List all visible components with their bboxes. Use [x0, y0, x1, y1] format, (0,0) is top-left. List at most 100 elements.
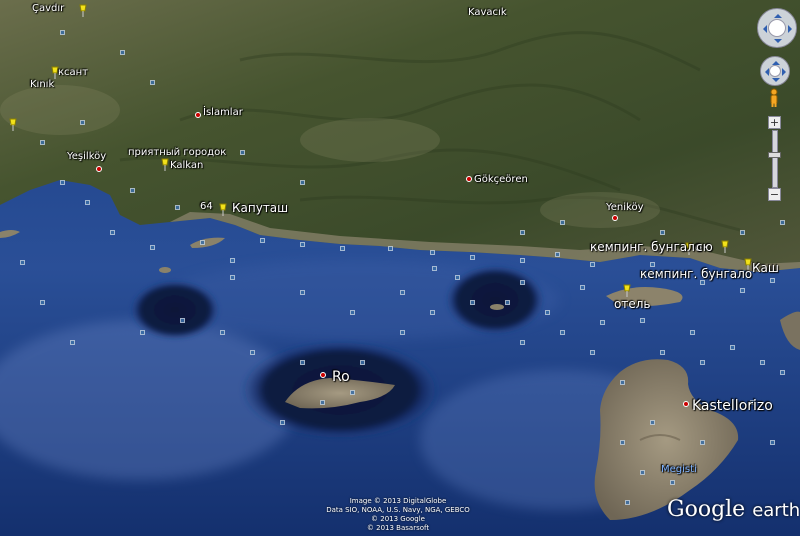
- poi-marker[interactable]: [620, 380, 625, 385]
- poi-marker[interactable]: [320, 400, 325, 405]
- move-down-icon[interactable]: [772, 78, 780, 86]
- poi-marker[interactable]: [590, 350, 595, 355]
- poi-marker[interactable]: [175, 205, 180, 210]
- poi-marker[interactable]: [780, 220, 785, 225]
- poi-marker[interactable]: [520, 258, 525, 263]
- pushpin-icon[interactable]: [622, 284, 632, 298]
- look-control[interactable]: [757, 8, 797, 48]
- look-control-center[interactable]: [768, 19, 786, 37]
- place-dot-gokceoren[interactable]: [466, 176, 472, 182]
- poi-marker[interactable]: [85, 200, 90, 205]
- poi-marker[interactable]: [520, 230, 525, 235]
- poi-marker[interactable]: [280, 420, 285, 425]
- poi-marker[interactable]: [730, 345, 735, 350]
- poi-marker[interactable]: [520, 280, 525, 285]
- look-left-icon[interactable]: [759, 25, 767, 33]
- poi-marker[interactable]: [60, 180, 65, 185]
- move-up-icon[interactable]: [772, 57, 780, 65]
- poi-marker[interactable]: [260, 238, 265, 243]
- poi-marker[interactable]: [350, 390, 355, 395]
- move-right-icon[interactable]: [782, 68, 790, 76]
- poi-marker[interactable]: [70, 340, 75, 345]
- map-view[interactable]: 64 Капуташ Yeşilköy приятный городок Kal…: [0, 0, 800, 536]
- move-control[interactable]: [760, 56, 790, 86]
- zoom-out-button[interactable]: −: [768, 188, 781, 201]
- poi-marker[interactable]: [300, 360, 305, 365]
- poi-marker[interactable]: [60, 30, 65, 35]
- move-control-center[interactable]: [769, 65, 781, 77]
- poi-marker[interactable]: [388, 246, 393, 251]
- poi-marker[interactable]: [690, 330, 695, 335]
- poi-marker[interactable]: [580, 285, 585, 290]
- poi-marker[interactable]: [555, 252, 560, 257]
- poi-marker[interactable]: [770, 440, 775, 445]
- poi-marker[interactable]: [660, 230, 665, 235]
- poi-marker[interactable]: [20, 260, 25, 265]
- poi-marker[interactable]: [230, 258, 235, 263]
- poi-marker[interactable]: [650, 420, 655, 425]
- poi-marker[interactable]: [40, 300, 45, 305]
- poi-marker[interactable]: [770, 278, 775, 283]
- pushpin-icon[interactable]: [160, 158, 170, 172]
- poi-marker[interactable]: [220, 330, 225, 335]
- poi-marker[interactable]: [660, 350, 665, 355]
- poi-marker[interactable]: [80, 120, 85, 125]
- poi-marker[interactable]: [740, 230, 745, 235]
- zoom-in-button[interactable]: +: [768, 116, 781, 129]
- poi-marker[interactable]: [432, 266, 437, 271]
- poi-marker[interactable]: [520, 340, 525, 345]
- poi-marker[interactable]: [740, 288, 745, 293]
- poi-marker[interactable]: [620, 440, 625, 445]
- poi-marker[interactable]: [200, 240, 205, 245]
- poi-marker[interactable]: [545, 310, 550, 315]
- poi-marker[interactable]: [470, 300, 475, 305]
- poi-marker[interactable]: [560, 330, 565, 335]
- poi-marker[interactable]: [760, 360, 765, 365]
- poi-marker[interactable]: [780, 370, 785, 375]
- poi-marker[interactable]: [700, 360, 705, 365]
- place-dot-islamlar[interactable]: [195, 112, 201, 118]
- poi-marker[interactable]: [250, 350, 255, 355]
- poi-marker[interactable]: [130, 188, 135, 193]
- poi-marker[interactable]: [430, 310, 435, 315]
- poi-marker[interactable]: [625, 500, 630, 505]
- look-up-icon[interactable]: [774, 10, 782, 18]
- place-dot-yesilkoy[interactable]: [96, 166, 102, 172]
- poi-marker[interactable]: [110, 230, 115, 235]
- poi-marker[interactable]: [150, 245, 155, 250]
- poi-marker[interactable]: [120, 50, 125, 55]
- poi-marker[interactable]: [350, 310, 355, 315]
- poi-marker[interactable]: [360, 360, 365, 365]
- poi-marker[interactable]: [400, 330, 405, 335]
- move-left-icon[interactable]: [761, 68, 769, 76]
- street-view-person-icon[interactable]: [768, 88, 780, 108]
- poi-marker[interactable]: [670, 480, 675, 485]
- poi-marker[interactable]: [300, 180, 305, 185]
- poi-marker[interactable]: [240, 150, 245, 155]
- poi-marker[interactable]: [300, 242, 305, 247]
- poi-marker[interactable]: [180, 318, 185, 323]
- poi-marker[interactable]: [430, 250, 435, 255]
- place-dot-ro[interactable]: [320, 372, 326, 378]
- place-dot-yenikoy[interactable]: [612, 215, 618, 221]
- poi-marker[interactable]: [300, 290, 305, 295]
- zoom-slider-thumb[interactable]: [768, 152, 781, 158]
- poi-marker[interactable]: [400, 290, 405, 295]
- pushpin-icon[interactable]: [8, 118, 18, 132]
- poi-marker[interactable]: [640, 318, 645, 323]
- zoom-slider-track[interactable]: [772, 130, 778, 188]
- poi-marker[interactable]: [230, 275, 235, 280]
- poi-marker[interactable]: [505, 300, 510, 305]
- poi-marker[interactable]: [340, 246, 345, 251]
- poi-marker[interactable]: [40, 140, 45, 145]
- poi-marker[interactable]: [640, 470, 645, 475]
- poi-marker[interactable]: [455, 275, 460, 280]
- poi-marker[interactable]: [470, 255, 475, 260]
- poi-marker[interactable]: [590, 262, 595, 267]
- poi-marker[interactable]: [560, 220, 565, 225]
- pushpin-icon[interactable]: [720, 240, 730, 254]
- pushpin-icon[interactable]: [78, 4, 88, 18]
- place-dot-kastellorizo[interactable]: [683, 401, 689, 407]
- poi-marker[interactable]: [600, 320, 605, 325]
- look-down-icon[interactable]: [774, 39, 782, 47]
